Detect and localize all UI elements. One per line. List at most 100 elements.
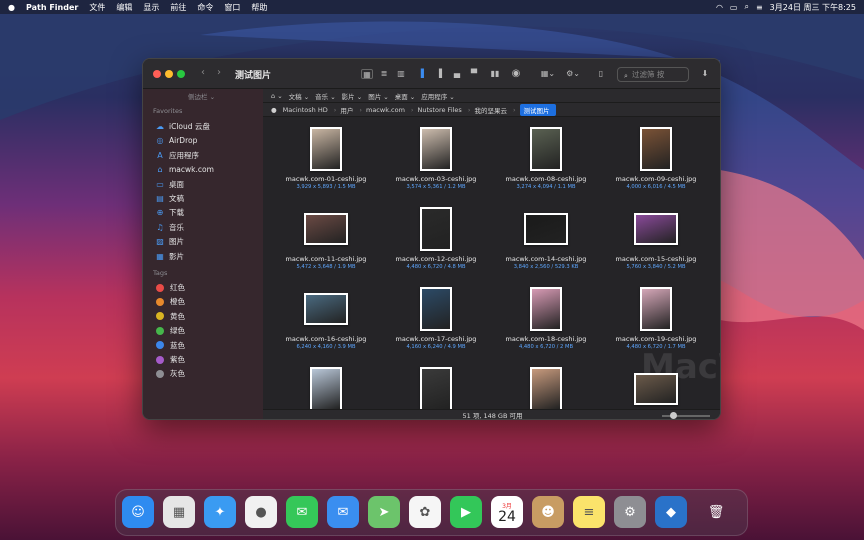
path-segment[interactable]: Macintosh HD xyxy=(283,106,328,114)
file-item[interactable]: macwk.com-01-ceshi.jpg 3,929 x 5,893 / 1.… xyxy=(271,127,381,190)
sidebar-item[interactable]: ▦ 影片 xyxy=(155,250,184,263)
wifi-icon[interactable]: ◠ xyxy=(716,3,723,12)
menu-commands[interactable]: 命令 xyxy=(197,2,213,13)
apple-menu-icon[interactable]: ● xyxy=(8,3,15,12)
contacts-icon[interactable]: ☻ xyxy=(532,496,564,528)
tag-item[interactable]: 绿色 xyxy=(155,324,185,337)
mail-icon[interactable]: ✉ xyxy=(327,496,359,528)
forward-icon[interactable]: › xyxy=(217,67,221,78)
shortcut-item[interactable]: 图片 ⌄ xyxy=(368,91,389,101)
tag-item[interactable]: 灰色 xyxy=(155,367,185,380)
photos-icon[interactable]: ✿ xyxy=(409,496,441,528)
shortcut-item[interactable]: 音乐 ⌄ xyxy=(315,91,336,101)
file-thumbnail[interactable] xyxy=(634,373,678,405)
file-thumbnail[interactable] xyxy=(310,367,342,409)
file-thumbnail[interactable] xyxy=(530,287,562,331)
path-segment[interactable]: 我的坚果云 xyxy=(474,105,507,115)
file-thumbnail[interactable] xyxy=(530,127,562,171)
zoom-window-button[interactable] xyxy=(177,70,185,78)
sidebar-item[interactable]: A 应用程序 xyxy=(155,149,199,162)
menu-go[interactable]: 前往 xyxy=(170,2,186,13)
path-finder-icon[interactable]: ◆ xyxy=(655,496,687,528)
file-thumbnail[interactable] xyxy=(530,367,562,409)
sidebar-item[interactable]: ▭ 桌面 xyxy=(155,178,184,191)
close-window-button[interactable] xyxy=(153,70,161,78)
trash-icon[interactable]: 🗑 xyxy=(700,496,732,528)
tag-item[interactable]: 红色 xyxy=(155,281,185,294)
facetime-icon[interactable]: ▶ xyxy=(450,496,482,528)
spotlight-icon[interactable]: ⌕ xyxy=(744,2,748,12)
file-item[interactable]: macwk.com-03-ceshi.jpg 3,574 x 5,361 / 1.… xyxy=(381,127,491,190)
shortcut-item[interactable]: 桌面 ⌄ xyxy=(395,91,416,101)
file-thumbnail[interactable] xyxy=(310,127,342,171)
path-segment[interactable]: 测试图片 xyxy=(519,103,556,116)
bottom-pane-icon[interactable]: ▄ xyxy=(451,69,463,79)
sidebar-item[interactable]: ▨ 图片 xyxy=(155,235,184,248)
sidebar-item[interactable]: ◎ AirDrop xyxy=(155,134,198,147)
sidebar-item[interactable]: ⌂ macwk.com xyxy=(155,163,213,176)
menu-help[interactable]: 帮助 xyxy=(251,2,267,13)
notes-icon[interactable]: ≡ xyxy=(573,496,605,528)
system-preferences-icon[interactable]: ⚙ xyxy=(614,496,646,528)
back-icon[interactable]: ‹ xyxy=(201,67,205,78)
tag-item[interactable]: 蓝色 xyxy=(155,339,185,352)
file-item[interactable]: macwk.com-16-ceshi.jpg 6,240 x 4,160 / 3.… xyxy=(271,287,381,350)
file-item[interactable] xyxy=(491,367,601,409)
finder-icon[interactable]: ☺ xyxy=(122,496,154,528)
quick-look-icon[interactable]: ◉ xyxy=(510,69,522,79)
file-item[interactable]: macwk.com-17-ceshi.jpg 4,160 x 6,240 / 4.… xyxy=(381,287,491,350)
path-segment[interactable]: 用户 xyxy=(340,105,353,115)
menu-app-name[interactable]: Path Finder xyxy=(26,3,78,12)
battery-icon[interactable]: ▭ xyxy=(730,3,738,12)
tag-item[interactable]: 橙色 xyxy=(155,295,185,308)
menu-clock[interactable]: 3月24日 周三 下午8:25 xyxy=(770,2,856,13)
left-pane-icon[interactable]: ▌ xyxy=(418,69,430,79)
messages-icon[interactable]: ✉ xyxy=(286,496,318,528)
file-thumbnail[interactable] xyxy=(304,213,348,245)
file-thumbnail[interactable] xyxy=(304,293,348,325)
maps-icon[interactable]: ➤ xyxy=(368,496,400,528)
launchpad-icon[interactable]: ▦ xyxy=(163,496,195,528)
top-pane-icon[interactable]: ▀ xyxy=(468,69,480,79)
dual-pane-icon[interactable]: ▮▮ xyxy=(489,69,501,79)
download-icon[interactable]: ⬇ xyxy=(699,69,711,79)
icon-size-slider[interactable] xyxy=(662,412,710,419)
tag-item[interactable]: 黄色 xyxy=(155,310,185,323)
menu-edit[interactable]: 编辑 xyxy=(116,2,132,13)
calendar-icon[interactable]: 3月 24 xyxy=(491,496,523,528)
path-segment[interactable]: Nutstore Files xyxy=(418,106,462,114)
arrange-icon[interactable]: ▦⌄ xyxy=(540,69,556,79)
sidebar-item[interactable]: ▤ 文稿 xyxy=(155,192,184,205)
file-item[interactable] xyxy=(381,367,491,409)
file-thumbnail[interactable] xyxy=(640,127,672,171)
file-thumbnail[interactable] xyxy=(420,287,452,331)
path-segment[interactable]: macwk.com xyxy=(366,106,405,114)
shortcut-item[interactable]: 应用程序 ⌄ xyxy=(421,91,455,101)
file-item[interactable]: macwk.com-15-ceshi.jpg 5,760 x 3,840 / 5.… xyxy=(601,207,711,270)
file-item[interactable]: macwk.com-08-ceshi.jpg 3,274 x 4,094 / 1.… xyxy=(491,127,601,190)
safari-icon[interactable]: ✦ xyxy=(204,496,236,528)
action-icon[interactable]: ⚙⌄ xyxy=(565,69,581,79)
menu-file[interactable]: 文件 xyxy=(89,2,105,13)
menu-window[interactable]: 窗口 xyxy=(224,2,240,13)
list-view-icon[interactable]: ≣ xyxy=(378,69,390,79)
file-thumbnail[interactable] xyxy=(634,213,678,245)
file-item[interactable]: macwk.com-19-ceshi.jpg 4,480 x 6,720 / 1.… xyxy=(601,287,711,350)
file-item[interactable]: macwk.com-12-ceshi.jpg 4,480 x 6,720 / 4.… xyxy=(381,207,491,270)
minimize-window-button[interactable] xyxy=(165,70,173,78)
chrome-icon[interactable]: ● xyxy=(245,496,277,528)
sidebar-item[interactable]: ☁ iCloud 云盘 xyxy=(155,120,210,133)
file-item[interactable]: macwk.com-09-ceshi.jpg 4,000 x 6,016 / 4.… xyxy=(601,127,711,190)
shortcut-item[interactable]: 影片 ⌄ xyxy=(342,91,363,101)
right-pane-icon[interactable]: ▐ xyxy=(433,69,445,79)
icon-view-icon[interactable]: ▦ xyxy=(361,69,373,79)
file-thumbnail[interactable] xyxy=(524,213,568,245)
file-thumbnail[interactable] xyxy=(420,127,452,171)
file-item[interactable] xyxy=(601,367,711,405)
get-info-icon[interactable]: ▯ xyxy=(595,69,607,79)
slider-knob[interactable] xyxy=(670,412,677,419)
sidebar-item[interactable]: ♫ 音乐 xyxy=(155,221,184,234)
file-item[interactable]: macwk.com-14-ceshi.jpg 3,840 x 2,560 / 52… xyxy=(491,207,601,270)
file-thumbnail[interactable] xyxy=(420,367,452,409)
file-item[interactable]: macwk.com-11-ceshi.jpg 5,472 x 3,648 / 1.… xyxy=(271,207,381,270)
